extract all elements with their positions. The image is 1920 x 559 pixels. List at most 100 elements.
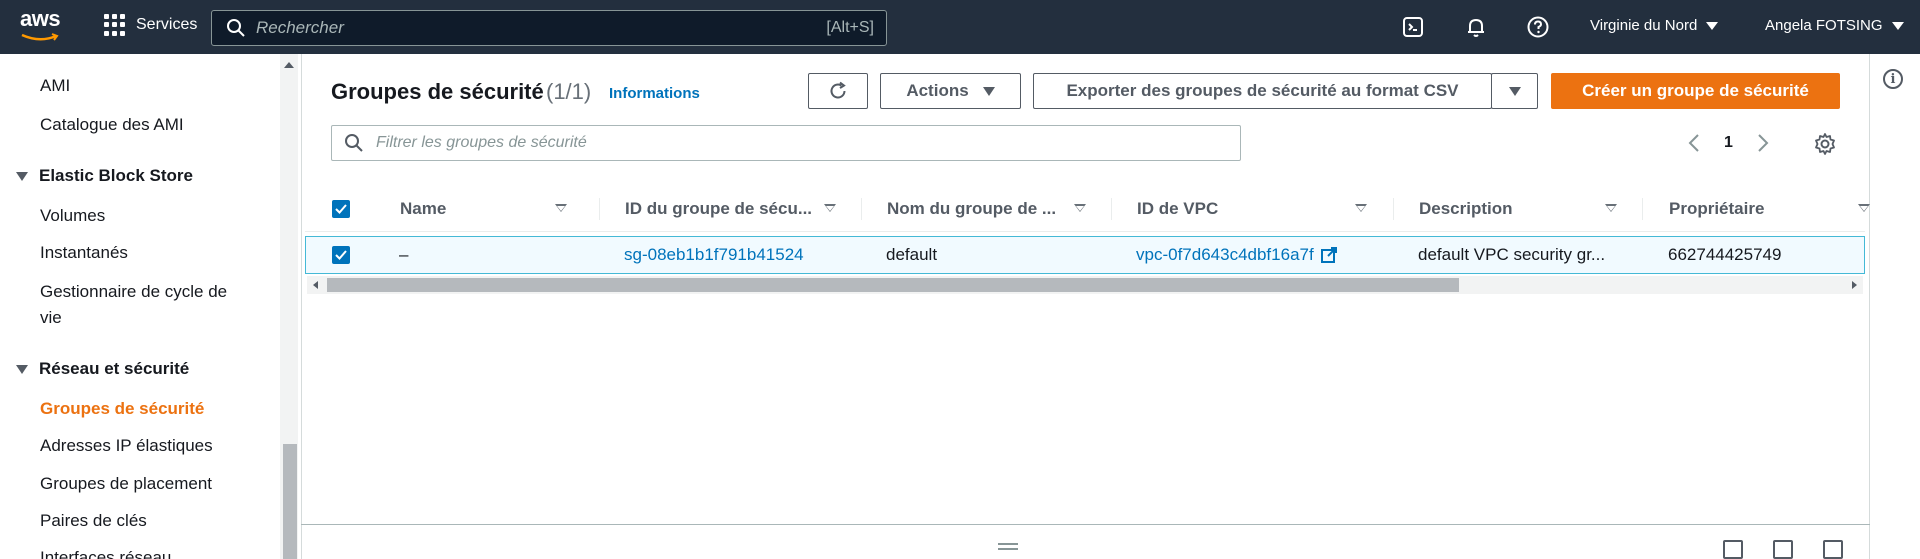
external-link-icon (1320, 247, 1337, 263)
column-header-group-name[interactable]: Nom du groupe de ... (887, 186, 1056, 232)
sidebar-section-ebs[interactable]: Elastic Block Store (16, 166, 193, 186)
region-selector[interactable]: Virginie du Nord (1590, 17, 1719, 34)
help-icon[interactable] (1526, 15, 1550, 39)
info-panel-icon[interactable]: i (1883, 69, 1903, 89)
sidebar-item-security-groups[interactable]: Groupes de sécurité (40, 399, 204, 419)
sidebar-item-ami[interactable]: AMI (40, 76, 70, 96)
column-divider[interactable] (1642, 198, 1643, 220)
column-divider[interactable] (861, 198, 862, 220)
layout-side-icon[interactable] (1773, 540, 1793, 559)
check-icon (335, 250, 347, 260)
select-all-checkbox[interactable] (332, 200, 350, 218)
right-rail (1870, 54, 1920, 559)
sort-icon[interactable] (1355, 204, 1367, 212)
search-icon (227, 19, 245, 37)
column-header-name[interactable]: Name (400, 186, 446, 232)
column-header-owner[interactable]: Propriétaire (1669, 186, 1764, 232)
column-divider[interactable] (1111, 198, 1112, 220)
cell-group-id-link[interactable]: sg-08eb1b1f791b41524 (624, 237, 804, 273)
column-label: Nom du groupe de ... (887, 199, 1057, 218)
user-menu[interactable]: Angela FOTSING (1765, 17, 1904, 34)
scroll-right-icon[interactable] (1852, 281, 1857, 289)
vpc-id-text: vpc-0f7d643c4dbf16a7f (1136, 245, 1314, 264)
search-shortcut: [Alt+S] (826, 19, 874, 36)
caret-down-icon (1891, 21, 1904, 30)
create-label: Créer un groupe de sécurité (1582, 81, 1809, 100)
cloudshell-icon[interactable] (1401, 15, 1425, 39)
caret-down-icon (16, 364, 28, 374)
search-icon (345, 134, 363, 152)
user-label: Angela FOTSING (1765, 17, 1883, 34)
services-menu[interactable]: Services (104, 14, 197, 36)
filter-box[interactable] (331, 125, 1241, 161)
aws-logo-text: aws (20, 6, 61, 31)
export-csv-button[interactable]: Exporter des groupes de sécurité au form… (1033, 73, 1492, 109)
sidebar-scroll-thumb[interactable] (283, 444, 297, 559)
sidebar-item-key-pairs[interactable]: Paires de clés (40, 511, 147, 531)
column-divider[interactable] (599, 198, 600, 220)
table-scroll-thumb[interactable] (327, 278, 1459, 292)
bell-icon[interactable] (1464, 15, 1488, 39)
sort-icon[interactable] (1074, 204, 1086, 212)
region-label: Virginie du Nord (1590, 17, 1698, 34)
sidebar-item-ami-catalog[interactable]: Catalogue des AMI (40, 115, 184, 135)
column-header-vpc-id[interactable]: ID de VPC (1137, 186, 1218, 232)
selection-count: (1/1) (546, 79, 592, 104)
caret-down-icon (1508, 86, 1521, 96)
export-label: Exporter des groupes de sécurité au form… (1066, 81, 1459, 100)
caret-down-icon (16, 171, 28, 181)
top-navigation: aws Services [Alt+S] Virginie du Nord (0, 0, 1920, 54)
column-divider[interactable] (1393, 198, 1394, 220)
column-header-group-id[interactable]: ID du groupe de sécu... (625, 186, 812, 232)
page-number[interactable]: 1 (1724, 134, 1733, 152)
layout-bottom-icon[interactable] (1723, 540, 1743, 559)
sidebar-item-lifecycle-manager-cont[interactable]: vie (40, 308, 62, 328)
layout-full-icon[interactable] (1823, 540, 1843, 559)
row-checkbox[interactable] (332, 246, 350, 264)
scroll-up-icon[interactable] (284, 62, 294, 68)
actions-button[interactable]: Actions (880, 73, 1021, 109)
sidebar-section-title: Elastic Block Store (39, 166, 194, 185)
column-label: Description (1419, 199, 1513, 218)
filter-input[interactable] (376, 134, 1240, 152)
chevron-right-icon[interactable] (1757, 133, 1769, 153)
gear-icon[interactable] (1813, 132, 1837, 156)
sort-icon[interactable] (1605, 204, 1617, 212)
info-link[interactable]: Informations (609, 85, 700, 102)
search-input[interactable] (256, 18, 827, 38)
sidebar-item-volumes[interactable]: Volumes (40, 206, 105, 226)
services-label: Services (136, 16, 198, 33)
column-header-description[interactable]: Description (1419, 186, 1513, 232)
sort-icon[interactable] (1858, 204, 1870, 212)
split-panel-divider (301, 524, 1870, 525)
aws-smile-icon (21, 33, 59, 41)
sidebar-item-placement-groups[interactable]: Groupes de placement (40, 474, 212, 494)
cell-group-name: default (886, 245, 938, 264)
export-dropdown-button[interactable] (1491, 73, 1538, 109)
column-label: ID du groupe de sécu... (625, 199, 813, 218)
column-label: ID de VPC (1137, 199, 1219, 218)
refresh-icon (830, 81, 846, 99)
cell-vpc-id-link[interactable]: vpc-0f7d643c4dbf16a7f (1136, 237, 1338, 273)
column-label: Name (400, 199, 447, 218)
table-row[interactable]: – sg-08eb1b1f791b41524 default vpc-0f7d6… (305, 236, 1865, 274)
global-search[interactable]: [Alt+S] (211, 10, 887, 46)
sidebar-item-network-interfaces[interactable]: Interfaces réseau (40, 548, 171, 559)
table-horizontal-scrollbar[interactable] (307, 276, 1863, 294)
sidebar-section-network-security[interactable]: Réseau et sécurité (16, 359, 189, 379)
aws-logo[interactable]: aws (20, 8, 70, 46)
split-panel-drag-handle[interactable] (998, 543, 1018, 551)
chevron-left-icon[interactable] (1688, 133, 1700, 153)
column-label: Propriétaire (1669, 199, 1765, 218)
sidebar-item-snapshots[interactable]: Instantanés (40, 243, 128, 263)
sidebar-item-elastic-ips[interactable]: Adresses IP élastiques (40, 436, 213, 456)
refresh-button[interactable] (808, 73, 868, 109)
sort-icon[interactable] (824, 204, 836, 212)
table-header: Name ID du groupe de sécu... Nom du grou… (305, 186, 1870, 232)
check-icon (335, 204, 347, 214)
sort-icon[interactable] (555, 204, 567, 212)
page-title: Groupes de sécurité (331, 79, 544, 104)
scroll-left-icon[interactable] (313, 281, 318, 289)
create-security-group-button[interactable]: Créer un groupe de sécurité (1551, 73, 1840, 109)
sidebar-item-lifecycle-manager[interactable]: Gestionnaire de cycle de (40, 282, 227, 302)
